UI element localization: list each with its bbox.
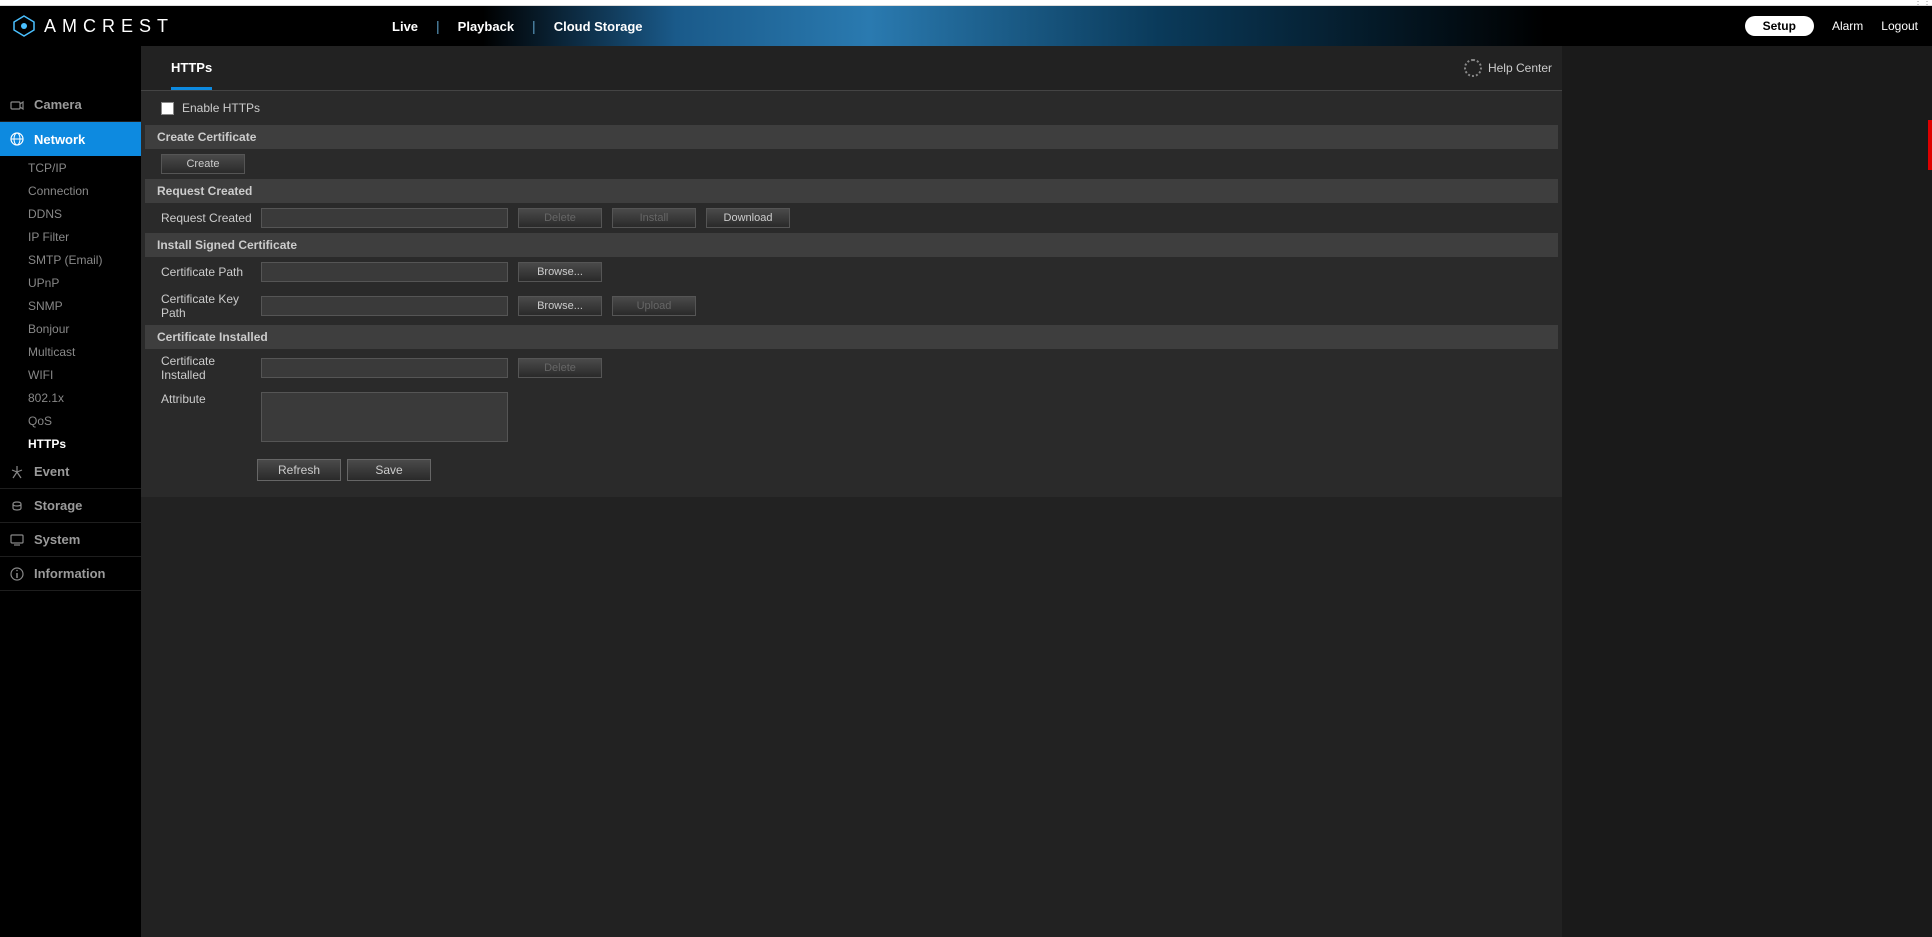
delete-request-button[interactable]: Delete — [518, 208, 602, 228]
sidebar-sub-https[interactable]: HTTPs — [0, 432, 141, 455]
certificate-installed-input[interactable] — [261, 358, 508, 378]
nav-playback[interactable]: Playback — [440, 16, 532, 36]
sidebar-label: System — [34, 532, 80, 547]
refresh-button[interactable]: Refresh — [257, 459, 341, 481]
section-create-certificate: Create Certificate — [145, 125, 1558, 149]
sidebar-label: Network — [34, 132, 85, 147]
main-nav: Live | Playback | Cloud Storage — [374, 6, 661, 46]
sidebar: Camera Network TCP/IP Connection DDNS IP… — [0, 46, 141, 937]
download-request-button[interactable]: Download — [706, 208, 790, 228]
brand-logo: AMCREST — [0, 14, 174, 38]
tab-https[interactable]: HTTPs — [171, 46, 212, 90]
amcrest-logo-icon — [12, 14, 36, 38]
sidebar-sub-ddns[interactable]: DDNS — [0, 202, 141, 225]
sidebar-label: Information — [34, 566, 106, 581]
delete-installed-button[interactable]: Delete — [518, 358, 602, 378]
sidebar-network[interactable]: Network — [0, 122, 141, 156]
sidebar-sub-smtp[interactable]: SMTP (Email) — [0, 248, 141, 271]
system-icon — [8, 531, 26, 549]
sidebar-label: Camera — [34, 97, 82, 112]
event-icon — [8, 463, 26, 481]
certificate-path-label: Certificate Path — [161, 265, 257, 279]
nav-alarm[interactable]: Alarm — [1832, 19, 1863, 33]
request-created-input[interactable] — [261, 208, 508, 228]
sidebar-sub-upnp[interactable]: UPnP — [0, 271, 141, 294]
certificate-key-path-input[interactable] — [261, 296, 508, 316]
right-gutter — [1562, 46, 1932, 937]
sidebar-sub-ipfilter[interactable]: IP Filter — [0, 225, 141, 248]
nav-live[interactable]: Live — [374, 16, 436, 36]
attribute-label: Attribute — [161, 392, 257, 406]
sidebar-sub-multicast[interactable]: Multicast — [0, 340, 141, 363]
sidebar-storage[interactable]: Storage — [0, 489, 141, 523]
sidebar-sub-bonjour[interactable]: Bonjour — [0, 317, 141, 340]
section-certificate-installed: Certificate Installed — [145, 325, 1558, 349]
attribute-textarea[interactable] — [261, 392, 508, 442]
browse-key-path-button[interactable]: Browse... — [518, 296, 602, 316]
sidebar-camera[interactable]: Camera — [0, 88, 141, 122]
section-request-created: Request Created — [145, 179, 1558, 203]
nav-right: Setup Alarm Logout — [1745, 16, 1932, 36]
request-created-label: Request Created — [161, 211, 257, 225]
header-bar: AMCREST Live | Playback | Cloud Storage … — [0, 6, 1932, 46]
storage-icon — [8, 497, 26, 515]
nav-cloud-storage[interactable]: Cloud Storage — [536, 16, 661, 36]
sidebar-sub-tcpip[interactable]: TCP/IP — [0, 156, 141, 179]
sidebar-system[interactable]: System — [0, 523, 141, 557]
certificate-key-path-label: Certificate Key Path — [161, 292, 257, 320]
sidebar-label: Event — [34, 464, 69, 479]
enable-https-row: Enable HTTPs — [141, 91, 1562, 125]
sidebar-label: Storage — [34, 498, 82, 513]
information-icon — [8, 565, 26, 583]
content-area: HTTPs Help Center Enable HTTPs Create Ce… — [141, 46, 1562, 937]
help-center-button[interactable]: Help Center — [1464, 59, 1552, 77]
sidebar-sub-snmp[interactable]: SNMP — [0, 294, 141, 317]
browse-cert-path-button[interactable]: Browse... — [518, 262, 602, 282]
sidebar-sub-8021x[interactable]: 802.1x — [0, 386, 141, 409]
brand-text: AMCREST — [44, 16, 174, 37]
enable-https-label: Enable HTTPs — [182, 101, 260, 115]
camera-icon — [8, 96, 26, 114]
help-icon — [1464, 59, 1482, 77]
create-button[interactable]: Create — [161, 154, 245, 174]
nav-logout[interactable]: Logout — [1881, 19, 1918, 33]
sidebar-sub-qos[interactable]: QoS — [0, 409, 141, 432]
certificate-path-input[interactable] — [261, 262, 508, 282]
network-icon — [8, 130, 26, 148]
sidebar-sub-connection[interactable]: Connection — [0, 179, 141, 202]
nav-setup[interactable]: Setup — [1745, 16, 1814, 36]
sidebar-event[interactable]: Event — [0, 455, 141, 489]
scroll-indicator — [1928, 120, 1932, 170]
sidebar-information[interactable]: Information — [0, 557, 141, 591]
install-request-button[interactable]: Install — [612, 208, 696, 228]
certificate-installed-label: Certificate Installed — [161, 354, 257, 382]
section-install-signed: Install Signed Certificate — [145, 233, 1558, 257]
upload-button[interactable]: Upload — [612, 296, 696, 316]
tab-bar: HTTPs Help Center — [141, 46, 1562, 91]
sidebar-sub-wifi[interactable]: WIFI — [0, 363, 141, 386]
enable-https-checkbox[interactable] — [161, 102, 174, 115]
save-button[interactable]: Save — [347, 459, 431, 481]
https-panel: Enable HTTPs Create Certificate Create R… — [141, 91, 1562, 497]
help-center-label: Help Center — [1488, 61, 1552, 75]
